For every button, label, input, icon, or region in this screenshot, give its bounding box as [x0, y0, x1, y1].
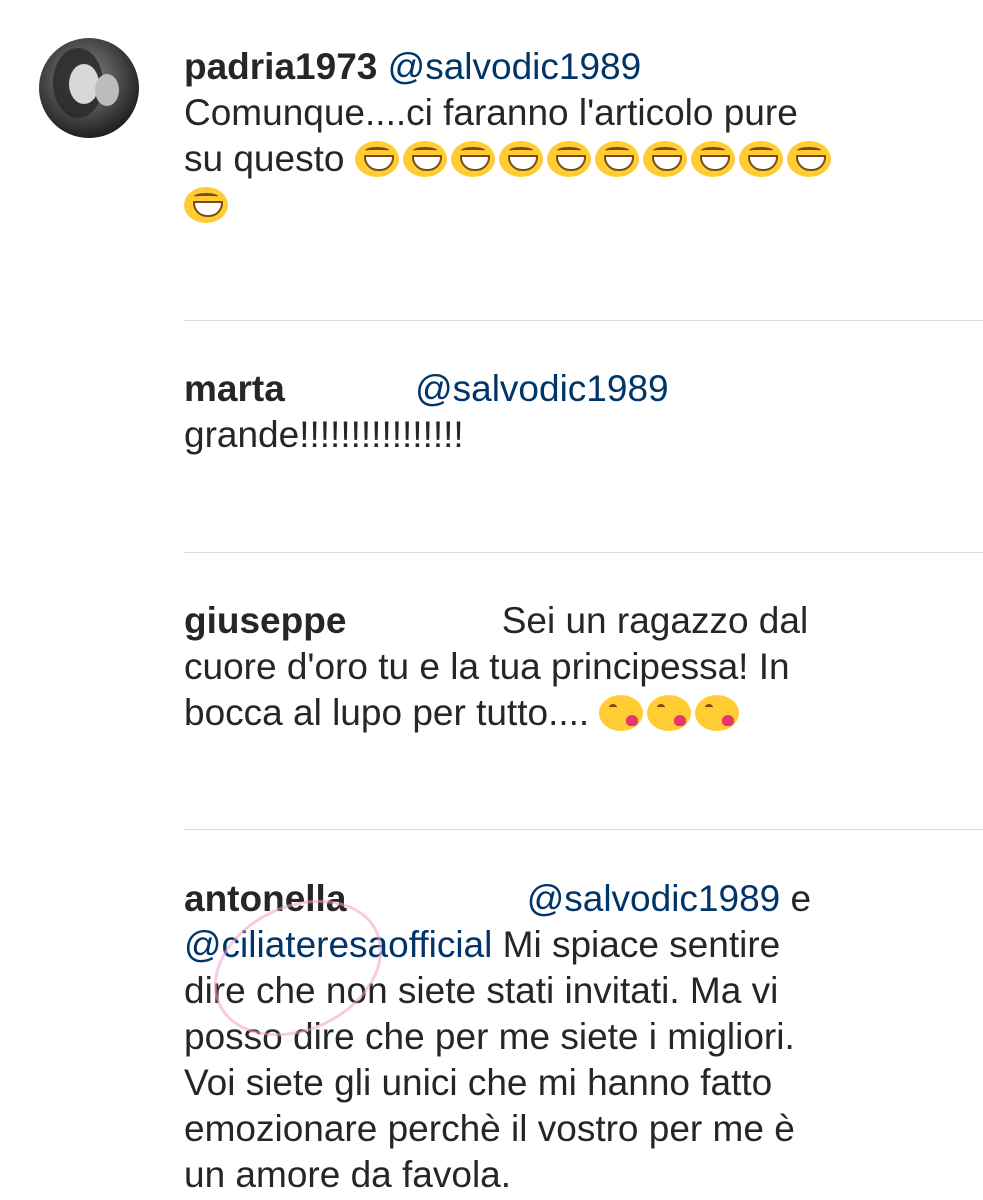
grinning-squinting-face-icon [642, 141, 687, 177]
comment-divider [184, 829, 983, 830]
emoji-group [599, 692, 743, 733]
comment-divider [184, 552, 983, 553]
grinning-squinting-face-icon [546, 141, 591, 177]
grinning-squinting-face-icon [786, 141, 831, 177]
grinning-squinting-face-icon [402, 141, 447, 177]
grinning-squinting-face-icon [498, 141, 543, 177]
comment-username[interactable]: padria1973 [184, 46, 377, 87]
face-blowing-kiss-icon [695, 695, 740, 731]
comment-text: grande!!!!!!!!!!!!!!!! [184, 414, 464, 455]
grinning-squinting-face-icon [594, 141, 639, 177]
grinning-squinting-face-icon [738, 141, 783, 177]
grinning-squinting-face-icon [184, 187, 228, 223]
user-avatar[interactable] [39, 38, 139, 138]
avatar-photo-face [69, 64, 99, 104]
grinning-squinting-face-icon [354, 141, 399, 177]
face-blowing-kiss-icon [599, 695, 644, 731]
comment-username[interactable]: giuseppe [184, 600, 346, 641]
comment-item: giuseppe Sei un ragazzo dal cuore d'oro … [184, 598, 824, 736]
grinning-squinting-face-icon [690, 141, 735, 177]
comment-mention[interactable]: @salvodic1989 [388, 46, 642, 87]
comment-username[interactable]: marta [184, 368, 285, 409]
comment-divider [184, 320, 983, 321]
avatar-photo-face [95, 74, 119, 106]
comment-item: marta @salvodic1989 grande!!!!!!!!!!!!!!… [184, 366, 844, 458]
comment-mention[interactable]: @salvodic1989 [415, 368, 669, 409]
comment-mention[interactable]: @salvodic1989 [527, 878, 781, 919]
comment-joiner: e [790, 878, 812, 919]
face-blowing-kiss-icon [647, 695, 692, 731]
grinning-squinting-face-icon [450, 141, 495, 177]
comment-item: padria1973 @salvodic1989 Comunque....ci … [184, 44, 844, 228]
